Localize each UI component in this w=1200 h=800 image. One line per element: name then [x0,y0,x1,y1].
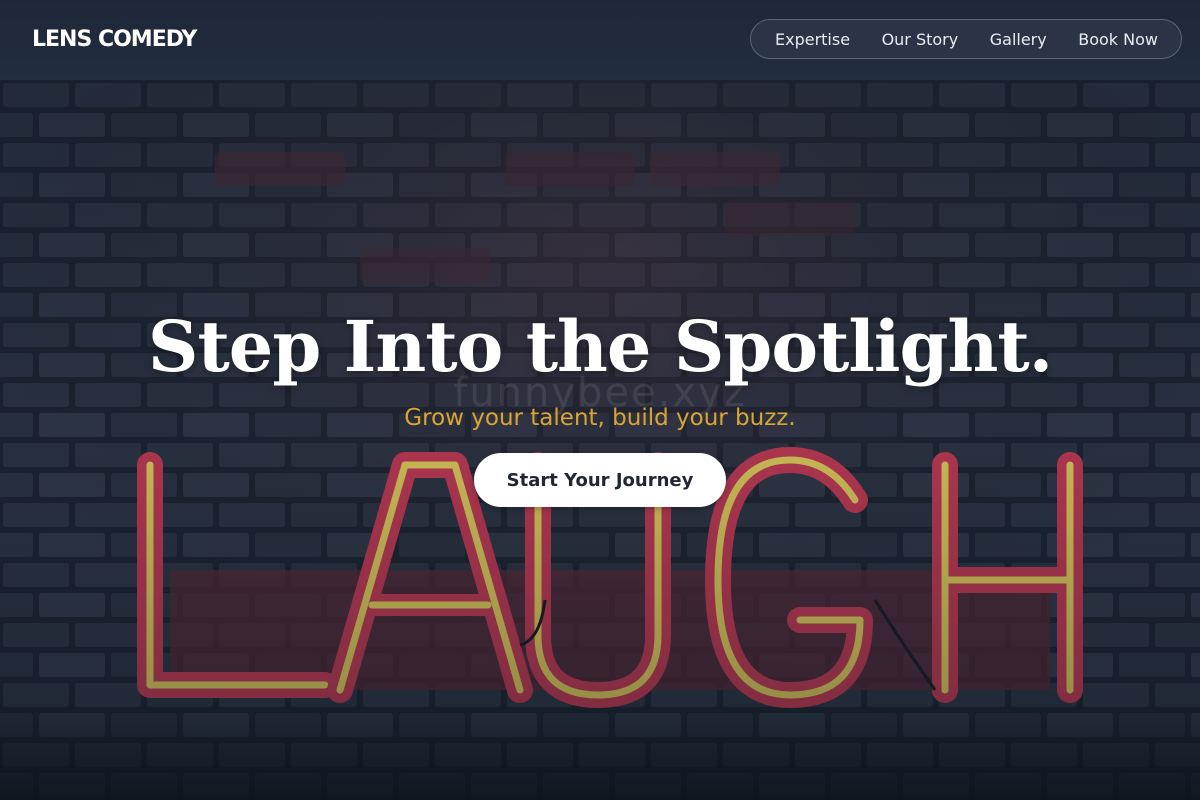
logo[interactable]: LENS COMEDY [32,24,197,56]
main-nav: Expertise Our Story Gallery Book Now [750,19,1182,59]
start-journey-button[interactable]: Start Your Journey [474,453,726,507]
nav-item-gallery[interactable]: Gallery [990,30,1047,49]
hero-title: Step Into the Spotlight. [147,305,1053,388]
landing-page: LENS COMEDY Expertise Our Story Gallery … [0,0,1200,800]
hero-subtitle: Grow your talent, build your buzz. [404,405,796,431]
hero-section: funnybee.xyz Step Into the Spotlight. Gr… [0,80,1200,800]
nav-item-expertise[interactable]: Expertise [775,30,850,49]
nav-item-our-story[interactable]: Our Story [882,30,959,49]
nav-item-book-now[interactable]: Book Now [1078,30,1158,49]
site-header: LENS COMEDY Expertise Our Story Gallery … [0,0,1200,80]
hero-dim-overlay [0,80,1200,800]
